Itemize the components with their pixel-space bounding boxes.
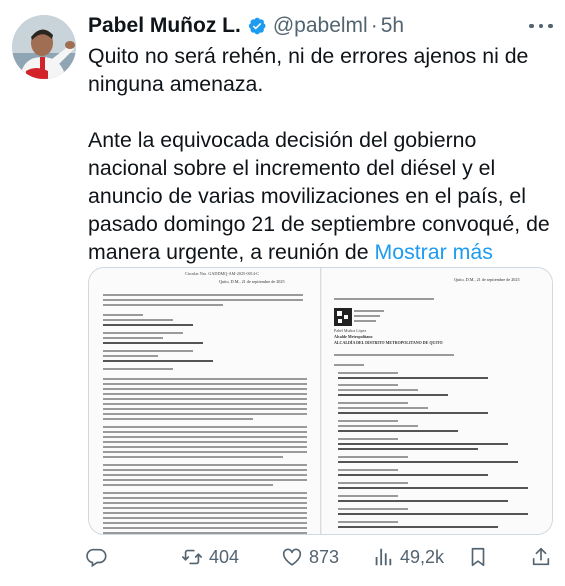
- more-icon[interactable]: [524, 14, 558, 38]
- doc-right-signer-title-1: Alcalde Metropolitano: [334, 334, 372, 339]
- views-button[interactable]: 49,2k: [372, 546, 444, 568]
- avatar[interactable]: [12, 15, 76, 79]
- doc-right-date: Quito, D.M., 21 de septiembre de 2025: [454, 277, 520, 283]
- tweet-paragraph-1: Quito no será rehén, ni de errores ajeno…: [88, 44, 529, 96]
- retweet-button[interactable]: 404: [181, 546, 239, 568]
- verified-badge-icon[interactable]: [247, 16, 267, 36]
- show-more-link[interactable]: Mostrar más: [375, 240, 493, 264]
- display-name[interactable]: Pabel Muñoz L.: [88, 14, 241, 38]
- document-page-right: Quito, D.M., 21 de septiembre de 2025 Pa…: [322, 268, 552, 534]
- doc-left-date: Quito, D.M., 21 de septiembre de 2025: [219, 279, 285, 285]
- document-image-attachment[interactable]: Circular Nro. GADDMQ-AM-2025-0014-C Quit…: [88, 267, 553, 535]
- bookmark-icon: [467, 546, 489, 568]
- retweet-icon: [181, 546, 203, 568]
- doc-right-signer-name: Pabel Muñoz López: [334, 328, 366, 333]
- like-count: 873: [309, 546, 340, 567]
- retweet-count: 404: [209, 546, 240, 567]
- doc-left-text-lines: Circular Nro. GADDMQ-AM-2025-0014-C Quit…: [103, 271, 307, 534]
- tweet-paragraph-2: Ante la equivocada decisión del gobierno…: [88, 126, 558, 266]
- like-button[interactable]: 873: [281, 546, 339, 568]
- share-icon: [530, 546, 552, 568]
- tweet-card[interactable]: Pabel Muñoz L. @pabelml · 5h Quito no se…: [0, 0, 565, 586]
- doc-left-circular: Circular Nro. GADDMQ-AM-2025-0014-C: [185, 271, 259, 276]
- reply-icon: [86, 546, 108, 568]
- like-icon: [281, 546, 303, 568]
- views-icon: [372, 546, 394, 568]
- qr-signature-icon: [334, 308, 384, 326]
- bookmark-button[interactable]: [467, 546, 489, 568]
- tweet-text: Quito no será rehén, ni de errores ajeno…: [88, 42, 558, 266]
- document-page-left: Circular Nro. GADDMQ-AM-2025-0014-C Quit…: [89, 268, 321, 534]
- separator-dot: ·: [370, 14, 378, 37]
- share-button[interactable]: [530, 546, 552, 568]
- reply-button[interactable]: [86, 546, 114, 568]
- tweet-actions-bar: 404 873 49,2k: [82, 540, 556, 574]
- handle[interactable]: @pabelml: [273, 14, 368, 38]
- doc-right-signer-title-2: ALCALDÍA DEL DISTRITO METROPOLITANO DE Q…: [334, 340, 443, 345]
- timestamp[interactable]: 5h: [381, 14, 404, 38]
- views-count: 49,2k: [400, 546, 445, 567]
- tweet-header: Pabel Muñoz L. @pabelml · 5h: [88, 10, 404, 42]
